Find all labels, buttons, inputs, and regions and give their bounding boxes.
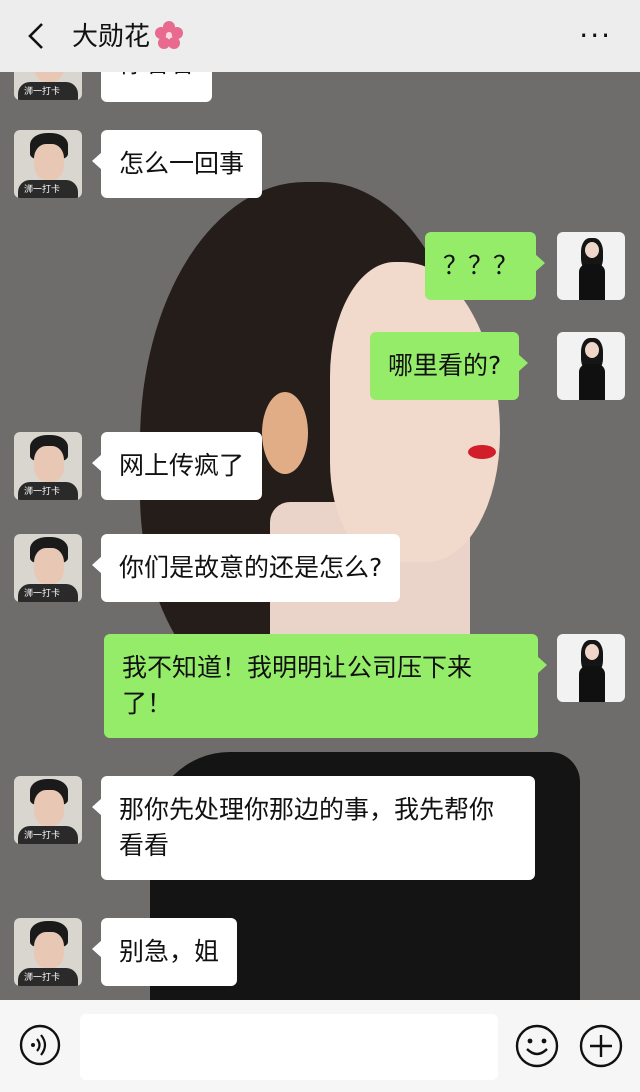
my-avatar[interactable] bbox=[557, 232, 625, 300]
message-bubble-sent[interactable]: 我不知道！我明明让公司压下来了！ bbox=[104, 634, 547, 738]
message-bubble-received[interactable]: 你看看 bbox=[101, 72, 213, 102]
background-photo-ear bbox=[262, 392, 308, 474]
message-bubble-received[interactable]: 别急，姐 bbox=[91, 918, 238, 986]
more-options-icon[interactable]: ··· bbox=[579, 22, 612, 50]
voice-input-icon[interactable] bbox=[18, 1023, 62, 1067]
contact-avatar[interactable]: 浉一打卡 bbox=[14, 432, 82, 500]
input-bar bbox=[0, 1000, 640, 1092]
contact-avatar[interactable]: 浉一打卡 bbox=[14, 776, 82, 844]
message-bubble-sent[interactable]: ？？？ bbox=[425, 232, 546, 300]
background-photo-lips bbox=[468, 445, 496, 459]
chat-title: 大勋花 bbox=[72, 16, 184, 53]
my-avatar[interactable] bbox=[557, 332, 625, 400]
message-bubble-received[interactable]: 那你先处理你那边的事，我先帮你看看 bbox=[92, 776, 535, 880]
contact-avatar[interactable]: 浉一打卡 bbox=[14, 534, 82, 602]
background-photo-face bbox=[330, 262, 500, 562]
contact-name: 大勋花 bbox=[72, 22, 151, 52]
emoji-icon[interactable] bbox=[514, 1023, 560, 1069]
chat-header: 大勋花 ··· bbox=[0, 0, 640, 72]
contact-avatar[interactable]: 浉一打卡 bbox=[14, 72, 82, 100]
message-bubble-received[interactable]: 网上传疯了 bbox=[91, 432, 263, 500]
cherry-blossom-icon bbox=[155, 20, 184, 49]
message-bubble-sent[interactable]: 哪里看的? bbox=[370, 332, 529, 400]
message-input[interactable] bbox=[80, 1014, 498, 1080]
message-bubble-received[interactable]: 怎么一回事 bbox=[91, 130, 263, 198]
contact-avatar[interactable]: 浉一打卡 bbox=[14, 130, 82, 198]
chat-area[interactable]: 浉一打卡 你看看 浉一打卡 怎么一回事 ？？？ 哪里看的? 浉一打卡 网上传疯了… bbox=[0, 72, 640, 1000]
back-arrow-icon[interactable] bbox=[22, 20, 54, 52]
contact-avatar[interactable]: 浉一打卡 bbox=[14, 918, 82, 986]
plus-icon[interactable] bbox=[578, 1023, 624, 1069]
my-avatar[interactable] bbox=[557, 634, 625, 702]
message-bubble-received[interactable]: 你们是故意的还是怎么? bbox=[91, 534, 401, 602]
